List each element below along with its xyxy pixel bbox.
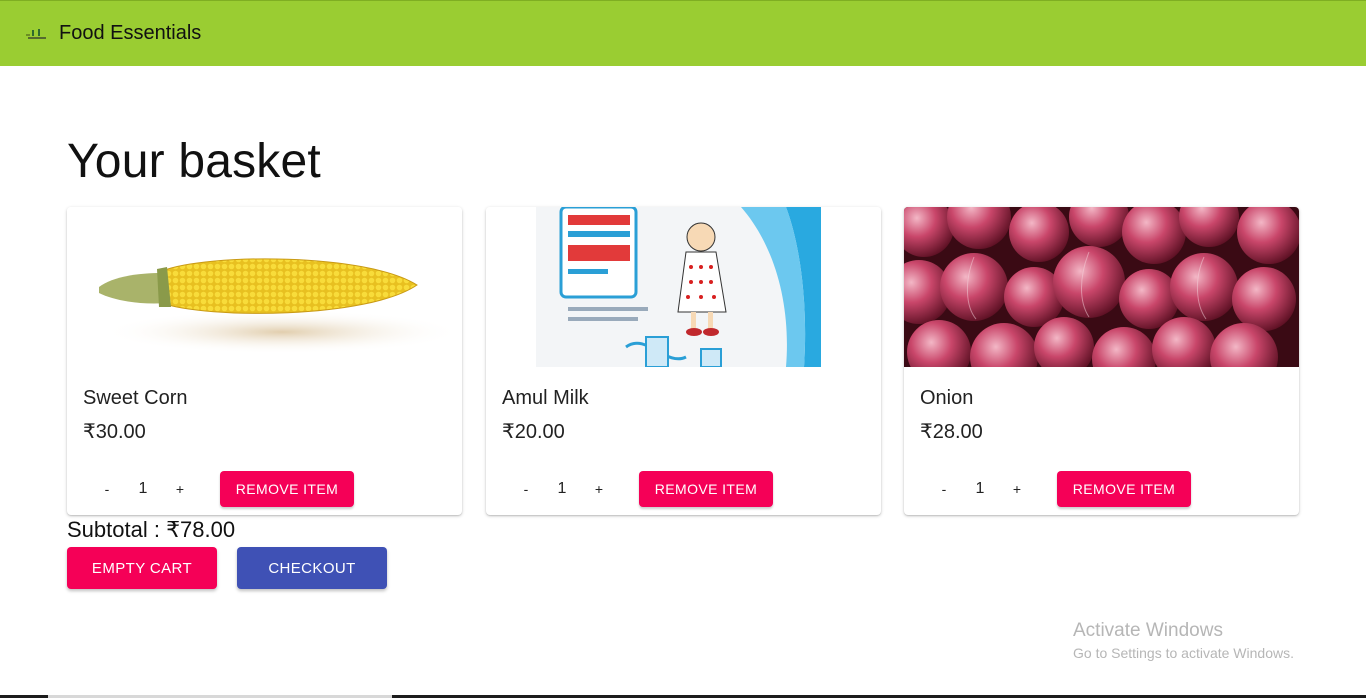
decrease-quantity-button[interactable]: - — [516, 478, 536, 500]
item-name: Onion — [920, 387, 974, 409]
item-name: Sweet Corn — [83, 387, 188, 409]
onion-image — [904, 207, 1299, 367]
remove-item-button[interactable]: REMOVE ITEM — [1057, 471, 1191, 507]
increase-quantity-button[interactable]: + — [589, 478, 609, 500]
amul-milk-image — [486, 207, 881, 367]
cart-item-card: Sweet Corn ₹30.00 - 1 + REMOVE ITEM — [67, 207, 462, 515]
item-price: ₹20.00 — [502, 421, 565, 443]
item-name: Amul Milk — [502, 387, 589, 409]
checkout-button[interactable]: CHECKOUT — [237, 547, 387, 589]
item-price: ₹28.00 — [920, 421, 983, 443]
watermark-title: Activate Windows — [1073, 620, 1223, 641]
page-title: Your basket — [67, 135, 321, 188]
sweet-corn-image — [67, 207, 462, 367]
shop-logo-icon[interactable] — [26, 27, 48, 41]
cart-item-card: Onion ₹28.00 - 1 + REMOVE ITEM — [904, 207, 1299, 515]
remove-item-button[interactable]: REMOVE ITEM — [639, 471, 773, 507]
cart-subtotal: Subtotal : ₹78.00 — [67, 517, 236, 542]
remove-item-button[interactable]: REMOVE ITEM — [220, 471, 354, 507]
app-title[interactable]: Food Essentials — [59, 22, 201, 45]
quantity-value: 1 — [138, 480, 148, 497]
app-bar: Food Essentials — [0, 0, 1366, 66]
quantity-value: 1 — [557, 480, 567, 497]
empty-cart-button[interactable]: EMPTY CART — [67, 547, 217, 589]
decrease-quantity-button[interactable]: - — [934, 478, 954, 500]
item-price: ₹30.00 — [83, 421, 146, 443]
increase-quantity-button[interactable]: + — [170, 478, 190, 500]
activate-windows-watermark: Activate Windows Go to Settings to activ… — [1073, 620, 1294, 661]
quantity-value: 1 — [975, 480, 985, 497]
watermark-subtitle: Go to Settings to activate Windows. — [1073, 645, 1294, 661]
increase-quantity-button[interactable]: + — [1007, 478, 1027, 500]
cart-item-card: Amul Milk ₹20.00 - 1 + REMOVE ITEM — [486, 207, 881, 515]
decrease-quantity-button[interactable]: - — [97, 478, 117, 500]
